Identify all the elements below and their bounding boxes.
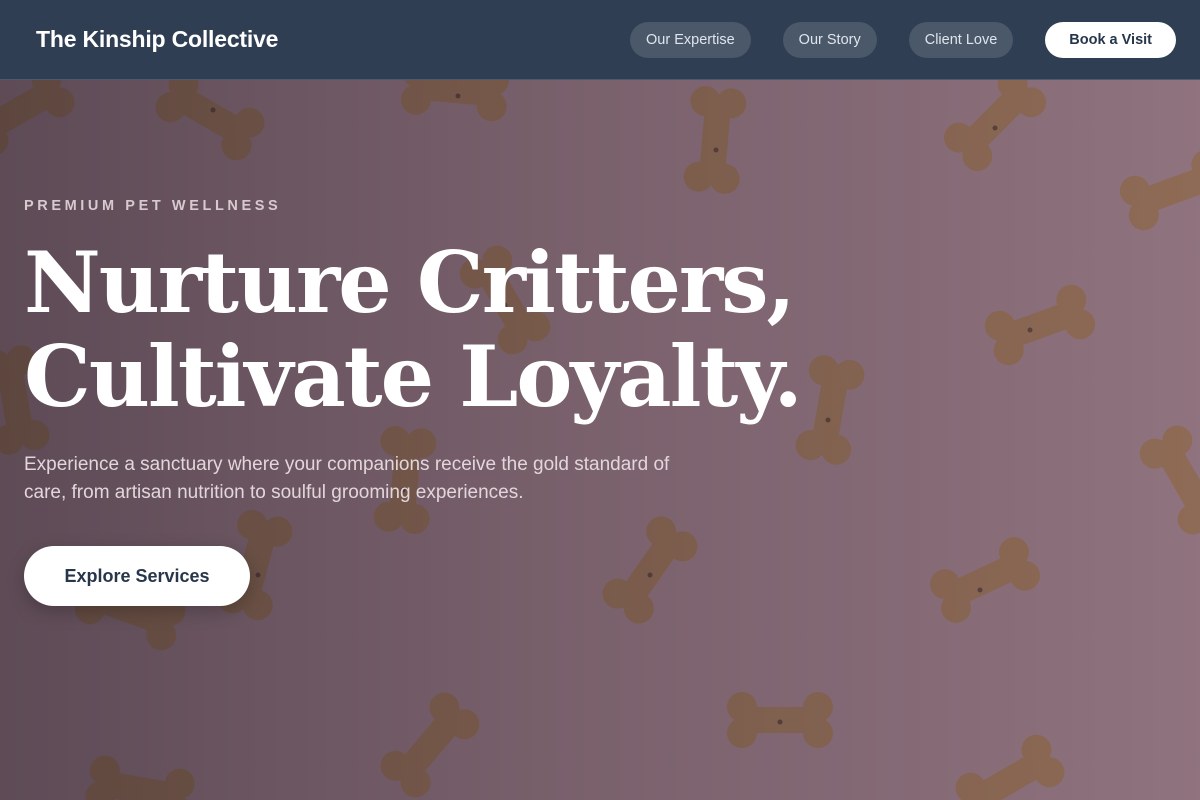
- hero-headline: Nurture Critters, Cultivate Loyalty.: [24, 233, 803, 426]
- nav-link-client-love[interactable]: Client Love: [908, 21, 1014, 58]
- brand-logo-text[interactable]: The Kinship Collective: [36, 26, 278, 53]
- hero-headline-line-2: Cultivate Loyalty.: [24, 327, 803, 426]
- hero-eyebrow: PREMIUM PET WELLNESS: [24, 198, 282, 214]
- hero-subtext: Experience a sanctuary where your compan…: [24, 454, 670, 503]
- site-header: The Kinship Collective Our Expertise Our…: [0, 0, 1200, 80]
- hero-headline-line-1: Nurture Critters,: [24, 233, 796, 332]
- book-a-visit-button[interactable]: Book a Visit: [1045, 21, 1176, 58]
- nav-link-our-story[interactable]: Our Story: [782, 21, 877, 58]
- explore-services-button[interactable]: Explore Services: [24, 546, 250, 606]
- nav-link-our-expertise[interactable]: Our Expertise: [630, 21, 751, 58]
- main-nav: Our Expertise Our Story Client Love Book…: [630, 21, 1176, 58]
